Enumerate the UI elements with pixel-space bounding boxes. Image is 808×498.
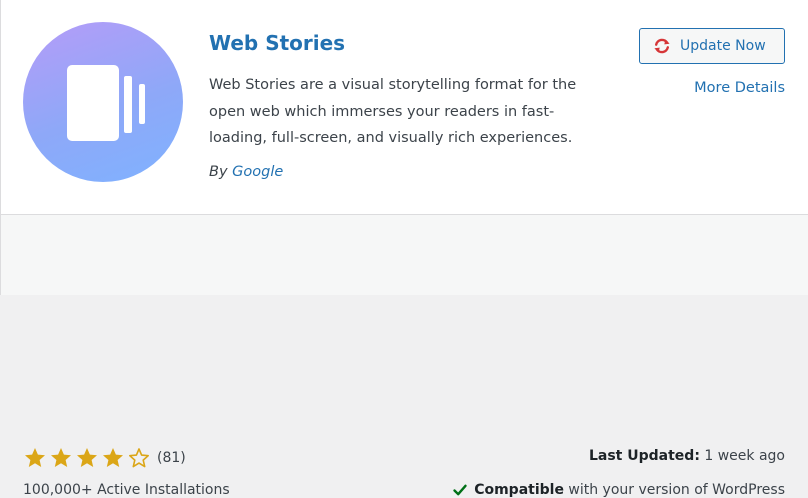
last-updated-label: Last Updated: (588, 448, 700, 464)
plugin-card: Web Stories Web Stories are a visual sto… (0, 0, 808, 498)
web-stories-logo-icon[interactable] (23, 22, 183, 182)
star-filled-icon (23, 446, 48, 470)
last-updated-value: 1 week ago (704, 448, 785, 464)
plugin-description: Web Stories are a visual storytelling fo… (209, 77, 577, 146)
compatibility-status: Compatible with your version of WordPres… (452, 482, 785, 498)
update-now-label: Update Now (680, 38, 766, 54)
active-installations: 100,000+ Active Installations (23, 482, 230, 498)
star-filled-icon (49, 446, 74, 470)
star-rating: (81) (23, 446, 186, 470)
last-updated: Last Updated: 1 week ago (589, 448, 785, 464)
more-details-link[interactable]: More Details (694, 80, 785, 96)
author-prefix: By (209, 164, 228, 180)
compatible-label: Compatible (474, 482, 564, 498)
checkmark-icon (452, 482, 468, 498)
star-filled-icon (101, 446, 126, 470)
rating-count: (81) (157, 450, 186, 466)
star-filled-icon (75, 446, 100, 470)
update-now-button[interactable]: Update Now (639, 28, 785, 64)
star-empty-icon (127, 446, 152, 470)
author-link[interactable]: Google (232, 164, 283, 180)
plugin-author: By Google (209, 164, 283, 180)
web-stories-logo-graphic (67, 65, 145, 141)
plugin-name-link[interactable]: Web Stories (209, 31, 345, 55)
compatible-text: with your version of WordPress (568, 482, 785, 498)
plugin-card-bottom: (81) 100,000+ Active Installations Last … (1, 214, 808, 498)
plugin-card-top: Web Stories Web Stories are a visual sto… (1, 0, 808, 214)
update-refresh-icon (652, 36, 672, 56)
